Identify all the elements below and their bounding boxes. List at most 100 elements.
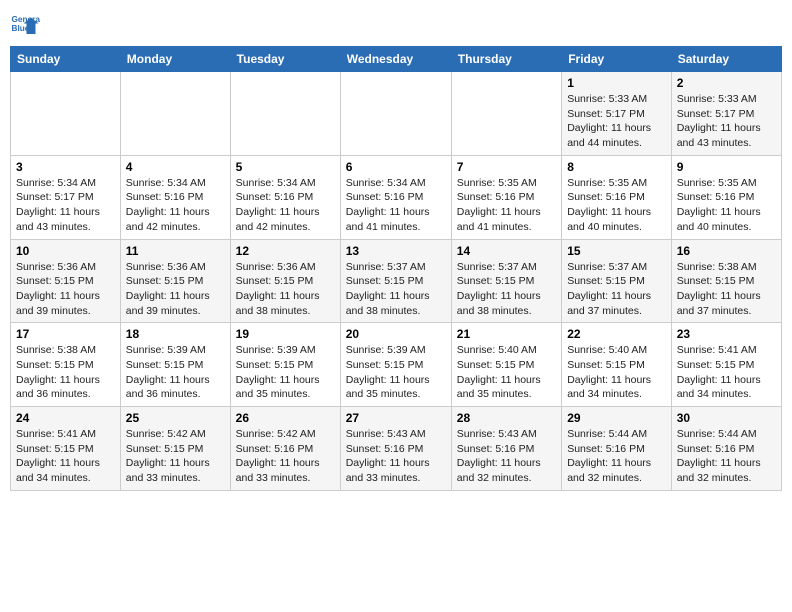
calendar-cell: 16 Sunrise: 5:38 AM Sunset: 5:15 PM Dayli… xyxy=(671,239,781,323)
day-number: 9 xyxy=(677,160,776,174)
calendar-cell: 13 Sunrise: 5:37 AM Sunset: 5:15 PM Dayli… xyxy=(340,239,451,323)
page-header: General Blue xyxy=(10,10,782,40)
weekday-header-tuesday: Tuesday xyxy=(230,47,340,72)
weekday-header-friday: Friday xyxy=(562,47,672,72)
day-info: Sunrise: 5:35 AM Sunset: 5:16 PM Dayligh… xyxy=(677,176,776,235)
calendar-cell: 10 Sunrise: 5:36 AM Sunset: 5:15 PM Dayli… xyxy=(11,239,121,323)
calendar-cell: 21Sunrise: 5:40 AM Sunset: 5:15 PM Dayli… xyxy=(451,323,561,407)
calendar-table: SundayMondayTuesdayWednesdayThursdayFrid… xyxy=(10,46,782,491)
calendar-cell: 23 Sunrise: 5:41 AM Sunset: 5:15 PM Dayli… xyxy=(671,323,781,407)
calendar-cell: 6 Sunrise: 5:34 AM Sunset: 5:16 PM Daylig… xyxy=(340,155,451,239)
day-info: Sunrise: 5:40 AM Sunset: 5:15 PM Dayligh… xyxy=(567,343,666,402)
calendar-cell: 15 Sunrise: 5:37 AM Sunset: 5:15 PM Dayli… xyxy=(562,239,672,323)
calendar-cell: 30 Sunrise: 5:44 AM Sunset: 5:16 PM Dayli… xyxy=(671,407,781,491)
day-info: Sunrise: 5:33 AM Sunset: 5:17 PM Dayligh… xyxy=(677,92,776,151)
day-info: Sunrise: 5:36 AM Sunset: 5:15 PM Dayligh… xyxy=(16,260,115,319)
calendar-cell: 11Sunrise: 5:36 AM Sunset: 5:15 PM Dayli… xyxy=(120,239,230,323)
weekday-header-thursday: Thursday xyxy=(451,47,561,72)
weekday-header-monday: Monday xyxy=(120,47,230,72)
calendar-cell: 26Sunrise: 5:42 AM Sunset: 5:16 PM Dayli… xyxy=(230,407,340,491)
weekday-header-row: SundayMondayTuesdayWednesdayThursdayFrid… xyxy=(11,47,782,72)
day-number: 12 xyxy=(236,244,335,258)
day-info: Sunrise: 5:37 AM Sunset: 5:15 PM Dayligh… xyxy=(346,260,446,319)
calendar-cell xyxy=(230,72,340,156)
calendar-cell xyxy=(11,72,121,156)
day-number: 2 xyxy=(677,76,776,90)
day-number: 4 xyxy=(126,160,225,174)
calendar-cell: 4 Sunrise: 5:34 AM Sunset: 5:16 PM Daylig… xyxy=(120,155,230,239)
day-info: Sunrise: 5:42 AM Sunset: 5:15 PM Dayligh… xyxy=(126,427,225,486)
week-row-1: 1 Sunrise: 5:33 AM Sunset: 5:17 PM Daylig… xyxy=(11,72,782,156)
day-info: Sunrise: 5:39 AM Sunset: 5:15 PM Dayligh… xyxy=(126,343,225,402)
day-number: 13 xyxy=(346,244,446,258)
day-number: 25 xyxy=(126,411,225,425)
day-info: Sunrise: 5:38 AM Sunset: 5:15 PM Dayligh… xyxy=(677,260,776,319)
day-number: 20 xyxy=(346,327,446,341)
calendar-cell: 29 Sunrise: 5:44 AM Sunset: 5:16 PM Dayli… xyxy=(562,407,672,491)
day-number: 22 xyxy=(567,327,666,341)
day-info: Sunrise: 5:34 AM Sunset: 5:16 PM Dayligh… xyxy=(126,176,225,235)
calendar-cell: 12 Sunrise: 5:36 AM Sunset: 5:15 PM Dayli… xyxy=(230,239,340,323)
day-info: Sunrise: 5:34 AM Sunset: 5:17 PM Dayligh… xyxy=(16,176,115,235)
calendar-cell: 8Sunrise: 5:35 AM Sunset: 5:16 PM Daylig… xyxy=(562,155,672,239)
day-number: 30 xyxy=(677,411,776,425)
day-number: 5 xyxy=(236,160,335,174)
day-number: 1 xyxy=(567,76,666,90)
calendar-cell: 24 Sunrise: 5:41 AM Sunset: 5:15 PM Dayli… xyxy=(11,407,121,491)
day-info: Sunrise: 5:42 AM Sunset: 5:16 PM Dayligh… xyxy=(236,427,335,486)
day-number: 19 xyxy=(236,327,335,341)
day-number: 24 xyxy=(16,411,115,425)
day-number: 17 xyxy=(16,327,115,341)
day-info: Sunrise: 5:41 AM Sunset: 5:15 PM Dayligh… xyxy=(16,427,115,486)
calendar-cell xyxy=(120,72,230,156)
day-number: 16 xyxy=(677,244,776,258)
day-info: Sunrise: 5:39 AM Sunset: 5:15 PM Dayligh… xyxy=(346,343,446,402)
day-number: 6 xyxy=(346,160,446,174)
day-info: Sunrise: 5:33 AM Sunset: 5:17 PM Dayligh… xyxy=(567,92,666,151)
day-number: 7 xyxy=(457,160,556,174)
weekday-header-sunday: Sunday xyxy=(11,47,121,72)
calendar-cell: 1 Sunrise: 5:33 AM Sunset: 5:17 PM Daylig… xyxy=(562,72,672,156)
day-info: Sunrise: 5:37 AM Sunset: 5:15 PM Dayligh… xyxy=(457,260,556,319)
calendar-cell: 27 Sunrise: 5:43 AM Sunset: 5:16 PM Dayli… xyxy=(340,407,451,491)
day-info: Sunrise: 5:43 AM Sunset: 5:16 PM Dayligh… xyxy=(457,427,556,486)
calendar-cell: 14 Sunrise: 5:37 AM Sunset: 5:15 PM Dayli… xyxy=(451,239,561,323)
day-number: 18 xyxy=(126,327,225,341)
day-number: 10 xyxy=(16,244,115,258)
day-number: 23 xyxy=(677,327,776,341)
day-info: Sunrise: 5:34 AM Sunset: 5:16 PM Dayligh… xyxy=(346,176,446,235)
day-info: Sunrise: 5:41 AM Sunset: 5:15 PM Dayligh… xyxy=(677,343,776,402)
day-number: 3 xyxy=(16,160,115,174)
weekday-header-wednesday: Wednesday xyxy=(340,47,451,72)
day-info: Sunrise: 5:44 AM Sunset: 5:16 PM Dayligh… xyxy=(677,427,776,486)
day-info: Sunrise: 5:43 AM Sunset: 5:16 PM Dayligh… xyxy=(346,427,446,486)
calendar-cell: 22 Sunrise: 5:40 AM Sunset: 5:15 PM Dayli… xyxy=(562,323,672,407)
calendar-cell: 9 Sunrise: 5:35 AM Sunset: 5:16 PM Daylig… xyxy=(671,155,781,239)
calendar-cell xyxy=(340,72,451,156)
calendar-cell: 18 Sunrise: 5:39 AM Sunset: 5:15 PM Dayli… xyxy=(120,323,230,407)
day-info: Sunrise: 5:36 AM Sunset: 5:15 PM Dayligh… xyxy=(236,260,335,319)
calendar-cell: 17 Sunrise: 5:38 AM Sunset: 5:15 PM Dayli… xyxy=(11,323,121,407)
day-number: 8 xyxy=(567,160,666,174)
week-row-5: 24 Sunrise: 5:41 AM Sunset: 5:15 PM Dayli… xyxy=(11,407,782,491)
day-number: 27 xyxy=(346,411,446,425)
calendar-cell: 2 Sunrise: 5:33 AM Sunset: 5:17 PM Daylig… xyxy=(671,72,781,156)
calendar-cell xyxy=(451,72,561,156)
day-info: Sunrise: 5:37 AM Sunset: 5:15 PM Dayligh… xyxy=(567,260,666,319)
day-info: Sunrise: 5:35 AM Sunset: 5:16 PM Dayligh… xyxy=(457,176,556,235)
day-info: Sunrise: 5:39 AM Sunset: 5:15 PM Dayligh… xyxy=(236,343,335,402)
calendar-cell: 25 Sunrise: 5:42 AM Sunset: 5:15 PM Dayli… xyxy=(120,407,230,491)
calendar-cell: 20 Sunrise: 5:39 AM Sunset: 5:15 PM Dayli… xyxy=(340,323,451,407)
day-number: 29 xyxy=(567,411,666,425)
day-number: 15 xyxy=(567,244,666,258)
day-info: Sunrise: 5:44 AM Sunset: 5:16 PM Dayligh… xyxy=(567,427,666,486)
day-info: Sunrise: 5:36 AM Sunset: 5:15 PM Dayligh… xyxy=(126,260,225,319)
day-info: Sunrise: 5:38 AM Sunset: 5:15 PM Dayligh… xyxy=(16,343,115,402)
calendar-cell: 3 Sunrise: 5:34 AM Sunset: 5:17 PM Daylig… xyxy=(11,155,121,239)
day-number: 21 xyxy=(457,327,556,341)
calendar-cell: 7 Sunrise: 5:35 AM Sunset: 5:16 PM Daylig… xyxy=(451,155,561,239)
day-number: 14 xyxy=(457,244,556,258)
logo-icon: General Blue xyxy=(10,10,40,40)
day-info: Sunrise: 5:34 AM Sunset: 5:16 PM Dayligh… xyxy=(236,176,335,235)
day-number: 28 xyxy=(457,411,556,425)
